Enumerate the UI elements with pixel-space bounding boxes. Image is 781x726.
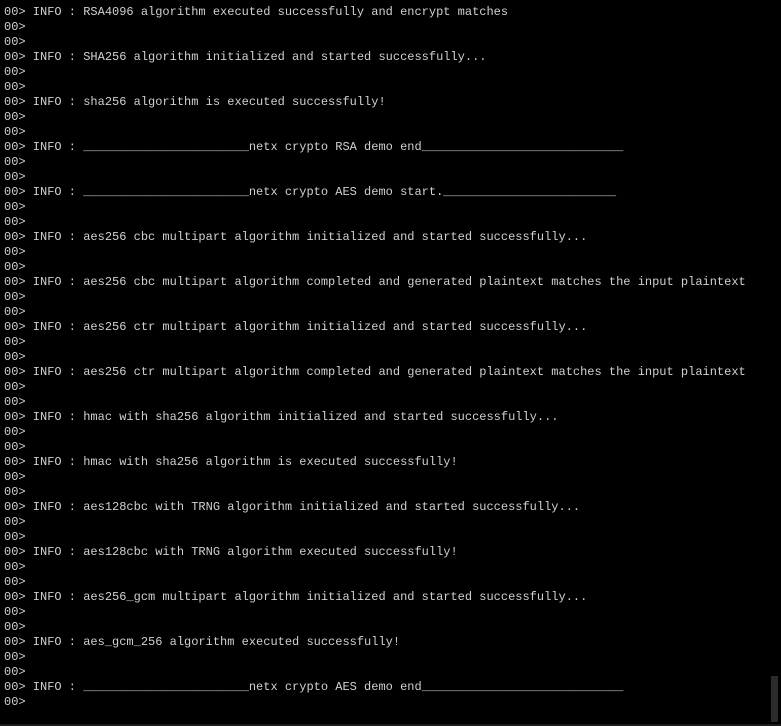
terminal-line: 00> INFO : aes256 cbc multipart algorith… (4, 230, 588, 244)
terminal-line: 00> INFO : SHA256 algorithm initialized … (4, 50, 487, 64)
terminal-line: 00> (4, 380, 26, 394)
terminal-line: 00> (4, 695, 26, 709)
terminal-line: 00> INFO : _______________________netx c… (4, 140, 624, 154)
scrollbar-thumb[interactable] (771, 676, 778, 722)
terminal-line: 00> INFO : hmac with sha256 algorithm in… (4, 410, 559, 424)
terminal-line: 00> (4, 155, 26, 169)
terminal-line: 00> (4, 650, 26, 664)
terminal-line: 00> INFO : _______________________netx c… (4, 680, 624, 694)
terminal-line: 00> INFO : hmac with sha256 algorithm is… (4, 455, 458, 469)
terminal-line: 00> (4, 20, 26, 34)
terminal-line: 00> (4, 335, 26, 349)
terminal-line: 00> (4, 575, 26, 589)
terminal-line: 00> (4, 80, 26, 94)
terminal-line: 00> (4, 395, 26, 409)
terminal-line: 00> (4, 305, 26, 319)
terminal-line: 00> (4, 260, 26, 274)
terminal-line: 00> (4, 440, 26, 454)
terminal-line: 00> INFO : sha256 algorithm is executed … (4, 95, 386, 109)
terminal-line: 00> INFO : _______________________netx c… (4, 185, 617, 199)
vertical-scrollbar[interactable] (768, 0, 781, 726)
terminal-line: 00> (4, 290, 26, 304)
terminal-line: 00> (4, 470, 26, 484)
terminal-line: 00> (4, 485, 26, 499)
terminal-line: 00> (4, 530, 26, 544)
terminal-line: 00> (4, 605, 26, 619)
terminal-line: 00> (4, 245, 26, 259)
terminal-line: 00> (4, 125, 26, 139)
terminal-line: 00> (4, 200, 26, 214)
terminal-output[interactable]: 00>00> INFO : RSA4096 algorithm executed… (0, 0, 768, 726)
terminal-line: 00> (4, 620, 26, 634)
terminal-lines: 00>00> INFO : RSA4096 algorithm executed… (4, 0, 768, 710)
terminal-line: 00> (4, 65, 26, 79)
terminal-line: 00> INFO : aes128cbc with TRNG algorithm… (4, 500, 581, 514)
terminal-line: 00> (4, 170, 26, 184)
terminal-line: 00> (4, 515, 26, 529)
terminal-line: 00> (4, 425, 26, 439)
terminal-line: 00> INFO : RSA4096 algorithm executed su… (4, 5, 509, 19)
terminal-line: 00> INFO : aes128cbc with TRNG algorithm… (4, 545, 458, 559)
terminal-line: 00> (4, 110, 26, 124)
terminal-line: 00> INFO : aes256 ctr multipart algorith… (4, 365, 746, 379)
terminal-line: 00> INFO : aes256 cbc multipart algorith… (4, 275, 746, 289)
terminal-line: 00> INFO : aes_gcm_256 algorithm execute… (4, 635, 401, 649)
terminal-line: 00> INFO : aes256_gcm multipart algorith… (4, 590, 588, 604)
terminal-line: 00> (4, 350, 26, 364)
terminal-line: 00> (4, 560, 26, 574)
terminal-line: 00> INFO : aes256 ctr multipart algorith… (4, 320, 588, 334)
terminal-line: 00> (4, 215, 26, 229)
terminal-line: 00> (4, 665, 26, 679)
terminal-line: 00> (4, 35, 26, 49)
